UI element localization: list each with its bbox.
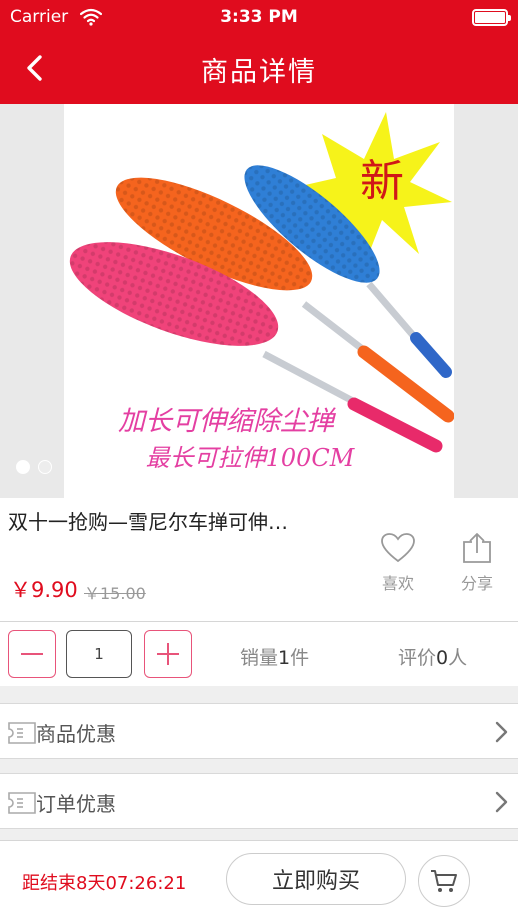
product-discount-row[interactable]: 商品优惠 bbox=[0, 703, 518, 759]
pager-dot[interactable] bbox=[16, 460, 30, 474]
header: Carrier 3:33 PM 商品详情 bbox=[0, 0, 518, 104]
share-button[interactable]: 分享 bbox=[455, 532, 499, 594]
countdown-timer: 距结束8天07:26:21 bbox=[22, 873, 187, 894]
duster-illustration: 新 加长可伸缩除尘掸 最长可拉伸100CM bbox=[69, 112, 454, 472]
caption-line-1: 加长可伸缩除尘掸 bbox=[118, 406, 337, 437]
ticket-icon bbox=[8, 722, 36, 744]
new-badge-text: 新 bbox=[360, 156, 404, 207]
quantity-decrease-button[interactable] bbox=[8, 630, 56, 678]
rating-suffix: 人 bbox=[448, 647, 468, 669]
plus-icon bbox=[157, 643, 179, 665]
order-discount-label: 订单优惠 bbox=[36, 792, 116, 816]
cart-icon bbox=[431, 870, 457, 892]
heart-icon bbox=[381, 533, 415, 563]
ticket-icon bbox=[8, 792, 36, 814]
battery-icon bbox=[472, 9, 511, 26]
sales-suffix: 件 bbox=[290, 647, 310, 669]
rating-prefix: 评价 bbox=[398, 647, 437, 669]
cart-button[interactable] bbox=[418, 855, 470, 907]
status-bar: Carrier 3:33 PM bbox=[0, 0, 518, 36]
favorite-label: 喜欢 bbox=[381, 574, 414, 593]
pager-dot[interactable] bbox=[38, 460, 52, 474]
chevron-right-icon bbox=[495, 791, 508, 813]
buy-now-button[interactable]: 立即购买 bbox=[226, 853, 406, 905]
chevron-right-icon bbox=[495, 721, 508, 743]
share-icon bbox=[463, 533, 491, 563]
status-time: 3:33 PM bbox=[220, 7, 298, 27]
favorite-button[interactable]: 喜欢 bbox=[376, 532, 420, 594]
share-label: 分享 bbox=[460, 574, 493, 593]
sales-prefix: 销量 bbox=[240, 647, 279, 669]
sales-number: 1 bbox=[278, 647, 291, 669]
product-title: 双十一抢购—雪尼尔车掸可伸… bbox=[8, 510, 288, 534]
product-discount-label: 商品优惠 bbox=[36, 722, 116, 746]
divider bbox=[0, 621, 518, 622]
original-price: ￥15.00 bbox=[84, 584, 146, 603]
gallery-pager[interactable] bbox=[16, 460, 52, 474]
product-gallery[interactable]: 新 加长可伸缩除尘掸 最长可拉伸100CM bbox=[0, 104, 518, 498]
sales-count: 销量1件 bbox=[240, 643, 309, 670]
order-discount-row[interactable]: 订单优惠 bbox=[0, 773, 518, 829]
product-image[interactable]: 新 加长可伸缩除尘掸 最长可拉伸100CM bbox=[64, 104, 454, 498]
page-title: 商品详情 bbox=[201, 57, 317, 88]
bottom-action-bar: 距结束8天07:26:21 立即购买 bbox=[0, 840, 518, 920]
caption-line-2: 最长可拉伸100CM bbox=[146, 444, 356, 472]
rating-count: 评价0人 bbox=[398, 643, 467, 670]
quantity-increase-button[interactable] bbox=[144, 630, 192, 678]
current-price: ￥9.90 bbox=[10, 578, 78, 602]
minus-icon bbox=[21, 653, 43, 655]
quantity-input[interactable] bbox=[66, 630, 132, 678]
rating-number: 0 bbox=[436, 647, 449, 669]
